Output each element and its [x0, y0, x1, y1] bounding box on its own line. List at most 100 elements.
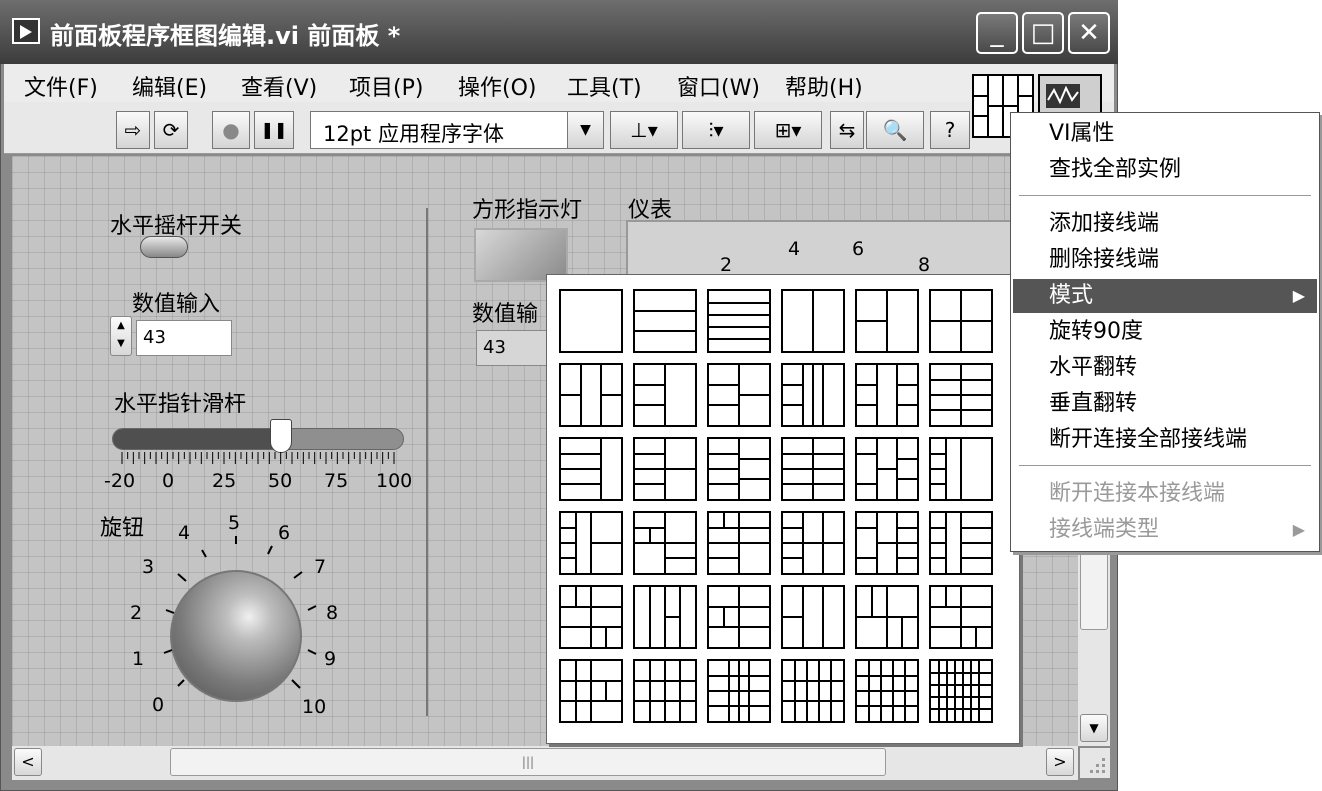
menu-project[interactable]: 项目(P) — [349, 70, 423, 102]
minimize-button[interactable]: _ — [976, 12, 1018, 54]
connector-pattern-icon — [857, 587, 917, 647]
connector-pattern-icon — [709, 661, 769, 721]
connector-pattern-option[interactable] — [929, 437, 993, 501]
connector-pattern-icon — [931, 291, 991, 351]
slider-thumb[interactable] — [270, 419, 292, 453]
menu-item-disconnect-this: 断开连接本接线端 — [1013, 477, 1317, 511]
connector-pattern-option[interactable] — [855, 437, 919, 501]
menu-item-disconnect-all[interactable]: 断开连接全部接线端 — [1013, 423, 1317, 457]
connector-pattern-option[interactable] — [559, 437, 623, 501]
connector-pattern-option[interactable] — [633, 659, 697, 723]
scroll-down-button[interactable]: ▼ — [1080, 714, 1108, 742]
connector-pattern-option[interactable] — [929, 363, 993, 427]
menu-item-flip-vertical[interactable]: 垂直翻转 — [1013, 387, 1317, 421]
gauge-tick-label: 6 — [852, 238, 865, 260]
numeric-control-value[interactable]: 43 — [136, 320, 232, 356]
connector-pattern-option[interactable] — [707, 437, 771, 501]
distribute-objects-icon[interactable]: ⫶▾ — [682, 111, 750, 149]
connector-pattern-option[interactable] — [559, 659, 623, 723]
align-objects-icon[interactable]: ⊥▾ — [610, 111, 678, 149]
font-select-value: 12pt 应用程序字体 — [323, 122, 504, 146]
menu-item-label: 模式 — [1049, 283, 1094, 308]
connector-pattern-option[interactable] — [707, 289, 771, 353]
gauge-tick-label: 2 — [720, 254, 733, 276]
connector-pattern-option[interactable] — [855, 659, 919, 723]
horizontal-scroll-thumb[interactable]: ||| — [170, 748, 886, 776]
resize-objects-icon[interactable]: ⊞▾ — [754, 111, 822, 149]
connector-pattern-icon — [783, 439, 843, 499]
help-icon[interactable]: ? — [930, 111, 970, 149]
connector-pattern-icon — [561, 661, 621, 721]
run-continuously-icon[interactable]: ⟳ — [154, 111, 188, 149]
connector-pattern-option[interactable] — [929, 289, 993, 353]
knob-tick-label: 1 — [132, 648, 145, 670]
connector-pattern-option[interactable] — [559, 585, 623, 649]
connector-pattern-option[interactable] — [781, 289, 845, 353]
connector-pattern-option[interactable] — [633, 585, 697, 649]
horizontal-toggle-switch[interactable] — [140, 236, 188, 258]
title-bar[interactable]: 前面板程序框图编辑.vi 前面板 * _ □ ✕ — [0, 0, 1118, 64]
numeric-increment-icon[interactable]: ▲ ▼ — [110, 316, 132, 356]
scroll-left-button[interactable]: < — [14, 748, 42, 776]
pause-icon[interactable]: ❚❚ — [254, 111, 294, 149]
menu-file[interactable]: 文件(F) — [24, 70, 98, 102]
connector-pattern-option[interactable] — [781, 659, 845, 723]
menu-bar: 文件(F) 编辑(E) 查看(V) 项目(P) 操作(O) 工具(T) 窗口(W… — [4, 64, 1114, 102]
connector-pattern-icon — [709, 439, 769, 499]
slider-tick-label: 0 — [162, 470, 175, 492]
connector-pattern-option[interactable] — [781, 363, 845, 427]
menu-item-add-terminal[interactable]: 添加接线端 — [1013, 207, 1317, 241]
connector-pattern-option[interactable] — [707, 585, 771, 649]
connector-pattern-icon — [709, 513, 769, 573]
maximize-button[interactable]: □ — [1022, 12, 1064, 54]
menu-operate[interactable]: 操作(O) — [458, 70, 536, 102]
menu-item-remove-terminal[interactable]: 删除接线端 — [1013, 243, 1317, 277]
connector-pattern-option[interactable] — [781, 437, 845, 501]
horizontal-scrollbar[interactable]: < ||| > — [12, 746, 1078, 780]
menu-edit[interactable]: 编辑(E) — [132, 70, 207, 102]
search-icon[interactable]: 🔍 — [866, 111, 924, 149]
connector-pattern-option[interactable] — [707, 363, 771, 427]
chevron-down-icon[interactable]: ▼ — [567, 112, 603, 148]
connector-pattern-option[interactable] — [707, 511, 771, 575]
menu-window[interactable]: 窗口(W) — [677, 70, 760, 102]
connector-pattern-option[interactable] — [929, 511, 993, 575]
connector-pattern-option[interactable] — [633, 511, 697, 575]
menu-item-find-all-instances[interactable]: 查找全部实例 — [1013, 153, 1317, 187]
reorder-icon[interactable]: ⇆ — [830, 111, 864, 149]
close-button[interactable]: ✕ — [1068, 12, 1110, 54]
connector-pattern-option[interactable] — [855, 585, 919, 649]
menu-help[interactable]: 帮助(H) — [785, 70, 863, 102]
connector-pattern-option[interactable] — [781, 511, 845, 575]
menu-item-vi-properties[interactable]: VI属性 — [1013, 117, 1317, 151]
connector-pattern-option[interactable] — [855, 363, 919, 427]
menu-item-label: 删除接线端 — [1049, 247, 1160, 272]
slider-track[interactable] — [112, 419, 404, 453]
resize-grip-icon[interactable] — [1080, 748, 1110, 778]
connector-pattern-option[interactable] — [855, 289, 919, 353]
connector-pattern-option[interactable] — [559, 363, 623, 427]
connector-pattern-option[interactable] — [781, 585, 845, 649]
scroll-right-button[interactable]: > — [1046, 748, 1074, 776]
connector-pattern-option[interactable] — [929, 585, 993, 649]
connector-pattern-icon — [812, 291, 814, 351]
menu-item-label: 水平翻转 — [1049, 355, 1138, 380]
run-arrow-icon[interactable]: ⇨ — [116, 111, 150, 149]
connector-pattern-option[interactable] — [559, 289, 623, 353]
connector-pattern-option[interactable] — [929, 659, 993, 723]
menu-item-flip-horizontal[interactable]: 水平翻转 — [1013, 351, 1317, 385]
abort-icon[interactable]: ● — [212, 111, 250, 149]
menu-item-rotate-90[interactable]: 旋转90度 — [1013, 315, 1317, 349]
connector-pattern-option[interactable] — [633, 363, 697, 427]
connector-pattern-option[interactable] — [633, 289, 697, 353]
menu-item-label: 接线端类型 — [1049, 517, 1160, 542]
connector-pattern-option[interactable] — [633, 437, 697, 501]
connector-pattern-option[interactable] — [707, 659, 771, 723]
menu-view[interactable]: 查看(V) — [241, 70, 317, 102]
submenu-arrow-icon: ▶ — [1292, 286, 1305, 305]
connector-pattern-option[interactable] — [559, 511, 623, 575]
menu-item-patterns[interactable]: 模式 ▶ — [1013, 279, 1317, 313]
menu-tools[interactable]: 工具(T) — [567, 70, 642, 102]
connector-pattern-option[interactable] — [855, 511, 919, 575]
font-select[interactable]: 12pt 应用程序字体 ▼ — [310, 111, 604, 149]
